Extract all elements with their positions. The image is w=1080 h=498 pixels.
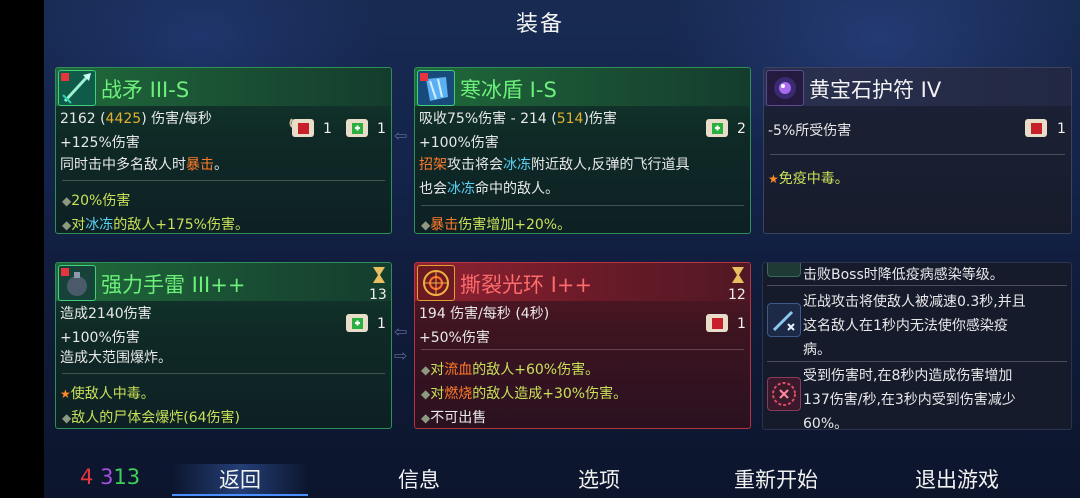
amulet-card[interactable]: 黄宝石护符 IV -5%所受伤害 1 ★免疫中毒。 (763, 67, 1072, 234)
item-damage-bonus: +50%伤害 (419, 330, 490, 346)
mutation-description: 击败Boss时降低疫病感染等级。 (803, 267, 1004, 283)
scroll-count: 1 (323, 121, 332, 137)
item-dps-line: 194 伤害/每秒 (4秒) (419, 306, 550, 322)
scroll-count: 1 (1057, 121, 1066, 137)
item-modifier: ◆对流血的敌人+60%伤害。 (421, 362, 600, 378)
scroll-count: 1 (377, 121, 386, 137)
item-damage-bonus: +100%伤害 (60, 330, 140, 346)
info-button[interactable]: 信息 (398, 464, 440, 494)
divider (767, 285, 1067, 286)
item-name: 撕裂光环 I++ (460, 273, 593, 297)
item-modifier: ★使敌人中毒。 (60, 386, 155, 402)
scroll-icon (343, 115, 373, 141)
skill-card-grenade[interactable]: 强力手雷 III++ 13 造成2140伤害 +100%伤害 1 造成大范围爆炸… (55, 262, 392, 429)
item-description: 造成大范围爆炸。 (60, 350, 172, 366)
mutation-description: 受到伤害时,在8秒内造成伤害增加 (803, 368, 1013, 384)
scroll-icon (703, 115, 733, 141)
item-absorb-line: 吸收75%伤害 - 214 (514)伤害 (419, 111, 617, 127)
item-modifier: ◆对燃烧的敌人造成+30%伤害。 (421, 386, 628, 402)
item-description: 也会冰冻命中的敌人。 (419, 181, 559, 197)
scroll-icon (1022, 115, 1052, 141)
ice-shield-icon (417, 70, 455, 106)
item-damage-line: 造成2140伤害 (60, 306, 152, 322)
item-damage-bonus: +100%伤害 (419, 135, 499, 151)
arrow-icon: ⇦ (394, 126, 408, 145)
quit-game-button[interactable]: 退出游戏 (915, 464, 999, 494)
arrow-icon: ⇦ (394, 322, 408, 341)
divider (62, 373, 385, 374)
weapon-card-spear[interactable]: 战矛 III-S 2162 (4425) 伤害/每秒 +125%伤害 1 1 同… (55, 67, 392, 234)
item-modifier: ◆暴击伤害增加+20%。 (421, 217, 572, 233)
item-modifier: ◆敌人的尸体会爆炸(64伤害) (62, 410, 240, 426)
divider (421, 349, 744, 350)
vengeance-icon (767, 377, 801, 411)
skill-card-laceration-aura[interactable]: 撕裂光环 I++ 12 194 伤害/每秒 (4秒) +50%伤害 1 ◆对流血… (414, 262, 751, 429)
scroll-count: 2 (737, 121, 746, 137)
scroll-icon (703, 310, 733, 336)
item-modifier: ◆20%伤害 (62, 193, 131, 209)
mutation-description: 60%。 (803, 416, 849, 430)
survival-count: 13 (113, 465, 141, 489)
item-modifier: ◆不可出售 (421, 410, 487, 426)
divider (62, 180, 385, 181)
item-modifier: ◆对冰冻的敌人+175%伤害。 (62, 217, 249, 233)
divider (421, 205, 744, 206)
item-modifier: ★免疫中毒。 (768, 171, 849, 187)
brutality-count: 4 (80, 465, 94, 489)
mutation-description: 病。 (803, 342, 831, 358)
weapon-card-ice-shield[interactable]: 寒冰盾 I-S 吸收75%伤害 - 214 (514)伤害 +100%伤害 2 … (414, 67, 751, 234)
bottom-menu-bar: 4 313 返回 信息 选项 重新开始 退出游戏 (44, 460, 1080, 498)
grenade-icon (58, 265, 96, 301)
tactics-count: 3 (100, 465, 114, 489)
mutation-description: 137伤害/秒,在3秒内受到伤害减少 (803, 392, 1016, 408)
item-dps-line: 2162 (4425) 伤害/每秒 (60, 111, 212, 127)
scroll-icon (289, 115, 319, 141)
mutation-description: 这名敌人在1秒内无法使你感染疫 (803, 318, 1008, 334)
page-title: 装备 (515, 12, 564, 37)
mutation-icon (767, 263, 801, 277)
scroll-count: 1 (377, 316, 386, 332)
item-damage-bonus: +125%伤害 (60, 135, 140, 151)
cooldown-seconds: 13 (369, 287, 387, 303)
back-button[interactable]: 返回 (172, 464, 308, 496)
cooldown-seconds: 12 (728, 287, 746, 303)
item-name: 强力手雷 III++ (101, 273, 246, 297)
hourglass-icon (731, 266, 745, 284)
item-name: 黄宝石护符 IV (809, 78, 942, 102)
left-black-bar (0, 0, 44, 498)
options-button[interactable]: 选项 (578, 464, 620, 494)
scroll-stat-counts: 4 313 (80, 465, 140, 489)
scroll-icon (343, 310, 373, 336)
divider (767, 361, 1067, 362)
mutation-description: 近战攻击将使敌人被减速0.3秒,并且 (803, 294, 1026, 310)
scroll-count: 1 (737, 316, 746, 332)
divider (770, 154, 1065, 155)
item-stat-line: -5%所受伤害 (768, 123, 852, 139)
spear-icon (58, 70, 96, 106)
mutations-panel[interactable]: 击败Boss时降低疫病感染等级。 近战攻击将使敌人被减速0.3秒,并且 这名敌人… (762, 262, 1072, 430)
item-name: 寒冰盾 I-S (460, 78, 557, 102)
slow-strike-icon (767, 303, 801, 337)
item-description: 招架攻击将会冰冻附近敌人,反弹的飞行道具 (419, 157, 690, 173)
amulet-icon (766, 70, 804, 106)
arrow-icon: ⇨ (394, 346, 408, 365)
hourglass-icon (372, 266, 386, 284)
item-name: 战矛 III-S (101, 78, 190, 102)
item-description: 同时击中多名敌人时暴击。 (60, 157, 228, 173)
inventory-screen: 装备 战矛 III-S 2162 (4425) 伤害/每秒 +125%伤害 1 … (0, 0, 1080, 498)
aura-icon (417, 265, 455, 301)
restart-button[interactable]: 重新开始 (734, 464, 818, 494)
